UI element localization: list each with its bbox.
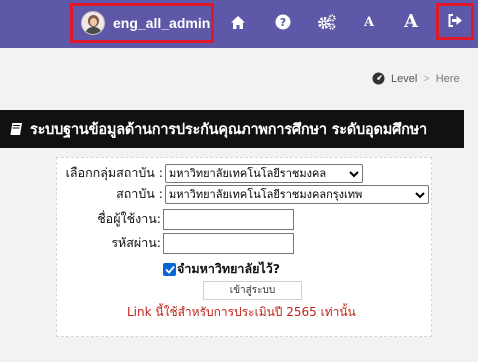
- username-field[interactable]: [163, 208, 294, 230]
- book-icon: [9, 122, 23, 137]
- font-large-icon[interactable]: A: [401, 10, 421, 32]
- breadcrumb: Level > Here: [372, 72, 460, 85]
- top-navbar: eng_all_admin ? A A: [0, 0, 478, 48]
- page-title: ระบบฐานข้อมูลด้านการประกันคุณภาพการศึกษา…: [30, 121, 427, 138]
- breadcrumb-item-here: Here: [435, 72, 460, 85]
- dashboard-icon: [372, 72, 385, 85]
- notice-text: Link นี้ใช้สำหรับการประเมินปี 2565 เท่าน…: [127, 305, 356, 319]
- group-label: เลือกกลุ่มสถาบัน :: [65, 165, 163, 180]
- institution-select[interactable]: มหาวิทยาลัยเทคโนโลยีราชมงคลกรุงเทพ: [165, 184, 429, 204]
- login-form: เลือกกลุ่มสถาบัน : มหาวิทยาลัยเทคโนโลยีร…: [56, 157, 432, 337]
- password-field-label: รหัสผ่าน:: [111, 235, 161, 250]
- home-icon[interactable]: [229, 12, 247, 32]
- username-field-label: ชื่อผู้ใช้งาน:: [97, 211, 161, 226]
- user-menu[interactable]: eng_all_admin: [70, 3, 214, 43]
- group-select[interactable]: มหาวิทยาลัยเทคโนโลยีราชมงคล: [165, 163, 363, 183]
- chevron-down-icon: [349, 170, 359, 177]
- svg-text:?: ?: [280, 16, 286, 29]
- font-small-icon[interactable]: A: [362, 12, 376, 32]
- group-select-value: มหาวิทยาลัยเทคโนโลยีราชมงคล: [169, 167, 327, 180]
- breadcrumb-separator: >: [423, 72, 430, 85]
- breadcrumb-item-level[interactable]: Level: [391, 73, 417, 85]
- username-label: eng_all_admin: [113, 15, 211, 31]
- help-icon[interactable]: ?: [274, 12, 292, 32]
- password-field[interactable]: [163, 232, 294, 254]
- page-title-bar: ระบบฐานข้อมูลด้านการประกันคุณภาพการศึกษา…: [0, 110, 464, 148]
- institution-label: สถาบัน :: [116, 186, 163, 201]
- logout-button[interactable]: [436, 3, 474, 40]
- avatar: [81, 11, 105, 35]
- remember-label[interactable]: จำมหาวิทยาลัยไว้?: [177, 259, 280, 279]
- gear-icon[interactable]: [316, 12, 338, 32]
- chevron-down-icon: [415, 191, 425, 198]
- institution-select-value: มหาวิทยาลัยเทคโนโลยีราชมงคลกรุงเทพ: [169, 188, 363, 201]
- remember-row: จำมหาวิทยาลัยไว้?: [163, 259, 280, 279]
- login-button[interactable]: เข้าสู่ระบบ: [203, 281, 302, 300]
- logout-icon: [448, 12, 463, 31]
- remember-checkbox[interactable]: [163, 262, 176, 276]
